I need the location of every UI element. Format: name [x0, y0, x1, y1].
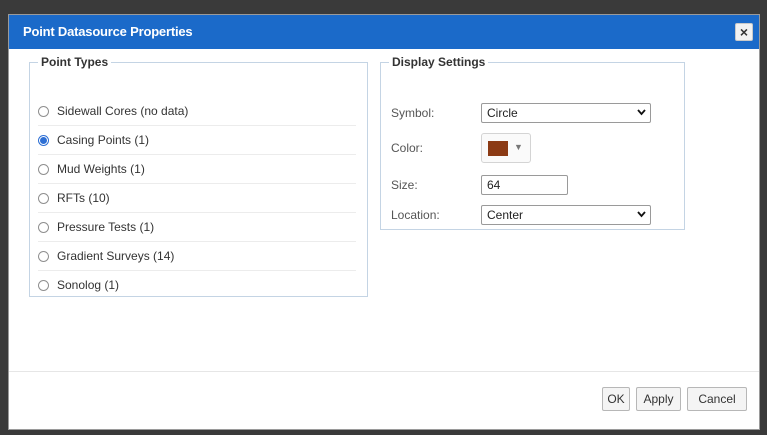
symbol-row: Symbol: Circle	[391, 103, 671, 125]
size-value: 64	[487, 178, 501, 192]
close-button[interactable]: ×	[735, 23, 753, 41]
radio-option-label: Sonolog (1)	[57, 278, 120, 292]
radio-option-sonolog[interactable]: Sonolog (1)	[38, 271, 356, 299]
apply-button[interactable]: Apply	[636, 387, 681, 411]
radio-option-sidewall-cores[interactable]: Sidewall Cores (no data)	[38, 97, 356, 126]
point-types-group: Point Types Sidewall Cores (no data) Cas…	[29, 55, 368, 297]
radio-option-gradient-surveys[interactable]: Gradient Surveys (14)	[38, 242, 356, 271]
point-types-legend: Point Types	[41, 55, 109, 69]
size-label: Size:	[391, 178, 418, 192]
color-picker-button[interactable]: ▼	[481, 133, 531, 163]
chevron-down-icon	[637, 109, 646, 116]
radio-option-label: Casing Points (1)	[57, 133, 150, 147]
size-input[interactable]: 64	[481, 175, 568, 195]
radio-option-label: Sidewall Cores (no data)	[57, 104, 189, 118]
point-datasource-dialog: Point Datasource Properties × Point Type…	[8, 14, 760, 430]
radio-option-pressure-tests[interactable]: Pressure Tests (1)	[38, 213, 356, 242]
color-swatch	[488, 141, 508, 156]
radio-icon[interactable]	[38, 192, 49, 204]
footer-divider	[9, 371, 759, 372]
location-label: Location:	[391, 208, 440, 222]
dialog-titlebar[interactable]: Point Datasource Properties ×	[9, 15, 759, 49]
location-value: Center	[487, 208, 524, 222]
radio-option-casing-points[interactable]: Casing Points (1)	[38, 126, 356, 155]
symbol-value: Circle	[487, 106, 518, 120]
caret-down-icon: ▼	[514, 142, 523, 152]
symbol-label: Symbol:	[391, 106, 435, 120]
radio-checked-icon[interactable]	[38, 134, 49, 146]
radio-option-label: Pressure Tests (1)	[57, 220, 155, 234]
ok-button[interactable]: OK	[602, 387, 630, 411]
radio-option-label: Gradient Surveys (14)	[57, 249, 175, 263]
radio-icon[interactable]	[38, 250, 49, 262]
radio-icon[interactable]	[38, 221, 49, 233]
dialog-title: Point Datasource Properties	[23, 24, 193, 39]
radio-option-label: RFTs (10)	[57, 191, 110, 205]
display-settings-legend: Display Settings	[392, 55, 486, 69]
color-label: Color:	[391, 141, 424, 155]
symbol-select[interactable]: Circle	[481, 103, 651, 123]
point-types-list: Sidewall Cores (no data) Casing Points (…	[38, 97, 356, 299]
close-icon: ×	[739, 24, 749, 40]
size-row: Size: 64	[391, 175, 671, 197]
location-row: Location: Center	[391, 205, 671, 227]
radio-option-label: Mud Weights (1)	[57, 162, 145, 176]
display-settings-group: Display Settings Symbol: Circle Color: ▼…	[380, 55, 685, 230]
radio-icon[interactable]	[38, 279, 49, 291]
cancel-button[interactable]: Cancel	[687, 387, 747, 411]
location-select[interactable]: Center	[481, 205, 651, 225]
color-row: Color: ▼	[391, 133, 671, 165]
radio-option-mud-weights[interactable]: Mud Weights (1)	[38, 155, 356, 184]
radio-icon[interactable]	[38, 163, 49, 175]
radio-option-rfts[interactable]: RFTs (10)	[38, 184, 356, 213]
chevron-down-icon	[637, 211, 646, 218]
radio-icon[interactable]	[38, 105, 49, 117]
